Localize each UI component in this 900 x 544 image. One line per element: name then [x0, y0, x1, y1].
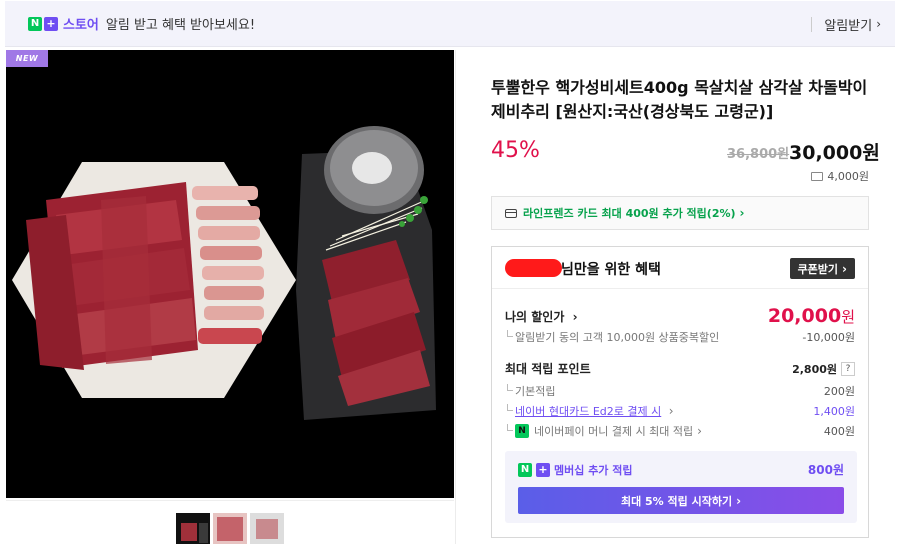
shipping-fee: 4,000원	[811, 168, 869, 184]
hyundai-card-label: 네이버 현대카드 Ed2로 결제 시	[515, 405, 662, 418]
thumbnail-image	[250, 513, 284, 544]
chevron-right-icon: ›	[876, 17, 881, 31]
alert-subscribe-button[interactable]: 알림받기 ›	[811, 1, 881, 47]
npay-value: 400원	[823, 425, 855, 438]
npay-label: 네이버페이 머니 결제 시 최대 적립	[534, 425, 694, 438]
coupon-button-label: 쿠폰받기	[797, 262, 839, 276]
thumbnail-2[interactable]	[213, 513, 247, 544]
basic-point-label: 기본적립	[505, 383, 555, 399]
thumbnail-strip	[6, 500, 454, 544]
sale-price: 30,000원	[789, 142, 880, 164]
won-unit: 원	[841, 308, 855, 326]
divider	[455, 50, 456, 544]
benefit-title: 님만을 위한 혜택	[561, 262, 661, 278]
chevron-right-icon: ›	[697, 424, 702, 438]
discount-rate: 45%	[491, 138, 540, 163]
naver-n-icon: N	[518, 462, 532, 477]
alert-discount-row: 알림받기 동의 고객 10,000원 상품중복할인 -10,000원	[505, 329, 855, 345]
store-label: 스토어	[63, 18, 99, 33]
card-promo-banner[interactable]: 라인프렌즈 카드 최대 400원 추가 적립(2%) ›	[491, 196, 869, 230]
chevron-right-icon: ›	[739, 206, 745, 220]
alert-discount-value: -10,000원	[802, 331, 855, 344]
help-icon[interactable]: ?	[841, 361, 855, 376]
plus-icon: +	[536, 462, 550, 477]
basic-point-row: 기본적립 200원	[505, 383, 855, 399]
membership-start-button[interactable]: 최대 5% 적립 시작하기 ›	[518, 487, 844, 514]
benefit-header: 님만을 위한 혜택 쿠폰받기 ›	[492, 247, 868, 289]
divider	[811, 16, 813, 32]
basic-point-value: 200원	[823, 385, 855, 398]
chevron-right-icon: ›	[842, 261, 847, 276]
my-discount-price-value: 20,000	[767, 305, 842, 327]
shipping-fee-value: 4,000원	[827, 170, 869, 183]
truck-icon	[811, 171, 824, 181]
my-discount-row: 나의 할인가 › 20,000원	[505, 305, 855, 327]
thumbnail-image	[213, 513, 247, 544]
max-point-value-wrap: 2,800원 ?	[792, 361, 855, 377]
membership-label: 멤버십 추가 적립	[554, 463, 633, 477]
chevron-right-icon: ›	[572, 309, 578, 324]
banner-message: 알림 받고 혜택 받아보세요!	[105, 18, 256, 33]
product-title: 투뿔한우 핵가성비세트400g 목살치살 삼각살 차돌박이 제비추리 [원산지:…	[491, 78, 868, 121]
personal-benefit-panel: 님만을 위한 혜택 쿠폰받기 › 나의 할인가 › 20,000원 알림받기 동…	[491, 246, 869, 538]
hyundai-card-link[interactable]: 네이버 현대카드 Ed2로 결제 시 ›	[505, 403, 674, 419]
membership-start-label: 최대 5% 적립 시작하기	[620, 494, 733, 508]
naver-pay-icon: N	[515, 424, 529, 438]
npay-row: N 네이버페이 머니 결제 시 최대 적립 › 400원	[505, 423, 855, 439]
original-price: 36,800원	[727, 147, 790, 162]
membership-header: N + 멤버십 추가 적립 800원	[518, 461, 844, 478]
redacted-username	[505, 259, 562, 277]
max-point-value: 2,800원	[792, 362, 837, 376]
chevron-right-icon: ›	[668, 404, 674, 418]
chevron-right-icon: ›	[736, 493, 742, 508]
card-promo-text: 라인프렌즈 카드 최대 400원 추가 적립(2%)	[523, 207, 736, 220]
product-main-image[interactable]: NEW	[6, 50, 454, 498]
max-point-row: 최대 적립 포인트 2,800원 ?	[505, 360, 855, 377]
hyundai-card-row: 네이버 현대카드 Ed2로 결제 시 › 1,400원	[505, 403, 855, 419]
beef-photo	[6, 50, 454, 498]
my-discount-label: 나의 할인가	[505, 309, 565, 324]
max-point-label: 최대 적립 포인트	[505, 362, 591, 376]
new-badge: NEW	[6, 50, 48, 67]
coupon-button[interactable]: 쿠폰받기 ›	[789, 258, 855, 279]
membership-box: N + 멤버십 추가 적립 800원 최대 5% 적립 시작하기 ›	[505, 451, 857, 523]
card-icon	[505, 208, 517, 218]
thumbnail-3[interactable]	[250, 513, 284, 544]
membership-value: 800원	[807, 463, 844, 477]
my-discount-price: 20,000원	[768, 305, 855, 327]
alert-subscribe-label: 알림받기	[824, 18, 873, 34]
my-discount-link[interactable]: 나의 할인가 ›	[505, 308, 578, 325]
membership-label-wrap: N + 멤버십 추가 적립	[518, 462, 633, 478]
product-page: N + 스토어 알림 받고 혜택 받아보세요! 알림받기 › NEW 투뿔한우 …	[0, 0, 900, 544]
hyundai-card-value: 1,400원	[813, 405, 855, 418]
notification-banner: N + 스토어 알림 받고 혜택 받아보세요! 알림받기 ›	[5, 1, 895, 47]
npay-link[interactable]: N 네이버페이 머니 결제 시 최대 적립 ›	[505, 423, 702, 439]
alert-discount-desc: 알림받기 동의 고객 10,000원 상품중복할인	[505, 329, 719, 345]
plus-icon: +	[44, 16, 58, 31]
naver-plus-store-logo[interactable]: N + 스토어	[28, 14, 99, 33]
thumbnail-image	[178, 515, 208, 543]
thumbnail-1[interactable]	[176, 513, 210, 544]
naver-n-icon: N	[28, 16, 42, 31]
